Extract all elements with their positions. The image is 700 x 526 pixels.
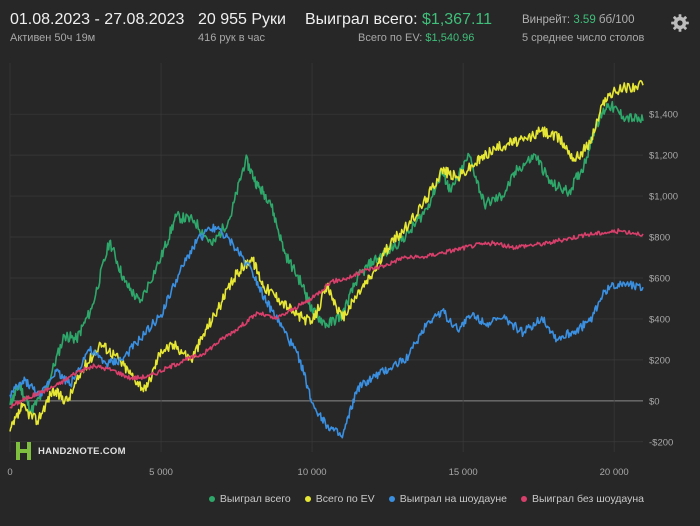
active-time: Активен 50ч 19м [10,32,96,44]
legend-label-won: Выиграл всего [219,493,291,505]
legend-dot-nonshowdown [521,496,527,502]
chart-axes: -$200 $0 $200 $400 $600 $800 $1,000 $1,200 $1,40… [7,110,678,478]
legend-label-showdown: Выиграл на шоудауне [399,493,507,505]
won-total-label: Выиграл всего: [305,11,418,28]
y-tick-label: $400 [649,314,670,325]
y-tick-label: -$200 [649,437,673,448]
x-tick-label: 20 000 [600,467,629,478]
legend-dot-won [208,496,215,502]
ev-total: Всего по EV: $1,540.96 [358,32,474,44]
legend-item-ev[interactable]: Всего по EV [304,493,375,505]
summary-header: 01.08.2023 - 27.08.2023 Активен 50ч 19м … [0,0,700,50]
x-tick-label: 5 000 [149,467,173,478]
legend-label-nonshowdown: Выиграл без шоудауна [532,493,644,505]
legend-item-nonshowdown[interactable]: Выиграл без шоудауна [521,493,644,505]
series-line-ev [9,79,644,432]
winrate: Винрейт: 3.59 бб/100 [522,14,634,26]
hands-count: 20 955 Руки [198,11,286,28]
chart-series [9,79,644,439]
legend-item-won[interactable]: Выиграл всего [208,493,291,505]
y-tick-label: $1,000 [649,192,678,203]
y-tick-label: $600 [649,273,670,284]
x-tick-label: 10 000 [298,467,327,478]
series-line-won [9,100,644,414]
series-line-showdown [9,223,644,439]
ev-total-value: $1,540.96 [425,32,475,44]
hands-per-hour: 416 рук в час [198,32,266,44]
series-line-nonshowdown [9,228,644,409]
ev-total-label: Всего по EV: [358,32,423,44]
legend-label-ev: Всего по EV [315,493,375,505]
gear-icon[interactable] [670,13,690,33]
y-tick-label: $200 [649,355,670,366]
won-total: Выиграл всего: $1,367.11 [305,11,492,29]
y-tick-label: $800 [649,233,670,244]
x-tick-label: 15 000 [449,467,478,478]
h2n-logo-icon [16,442,32,460]
y-tick-label: $1,400 [649,110,678,121]
hand2note-logo: HAND2NOTE.COM [16,442,126,460]
winrate-unit: бб/100 [598,14,635,26]
logo-text: HAND2NOTE.COM [38,445,126,457]
y-tick-label: $0 [649,396,660,407]
x-tick-label: 0 [7,467,12,478]
winrate-label: Винрейт: [522,14,571,26]
avg-tables: 5 среднее число столов [522,32,645,44]
legend-dot-ev [304,496,311,502]
date-range[interactable]: 01.08.2023 - 27.08.2023 [10,11,184,29]
y-tick-label: $1,200 [649,151,678,162]
winrate-value: 3.59 [573,14,596,26]
legend-item-showdown[interactable]: Выиграл на шоудауне [388,493,507,505]
won-total-value: $1,367.11 [422,11,493,28]
legend-dot-showdown [388,496,395,502]
chart-legend: Выиграл всего Всего по EV Выиграл на шоу… [208,493,644,505]
